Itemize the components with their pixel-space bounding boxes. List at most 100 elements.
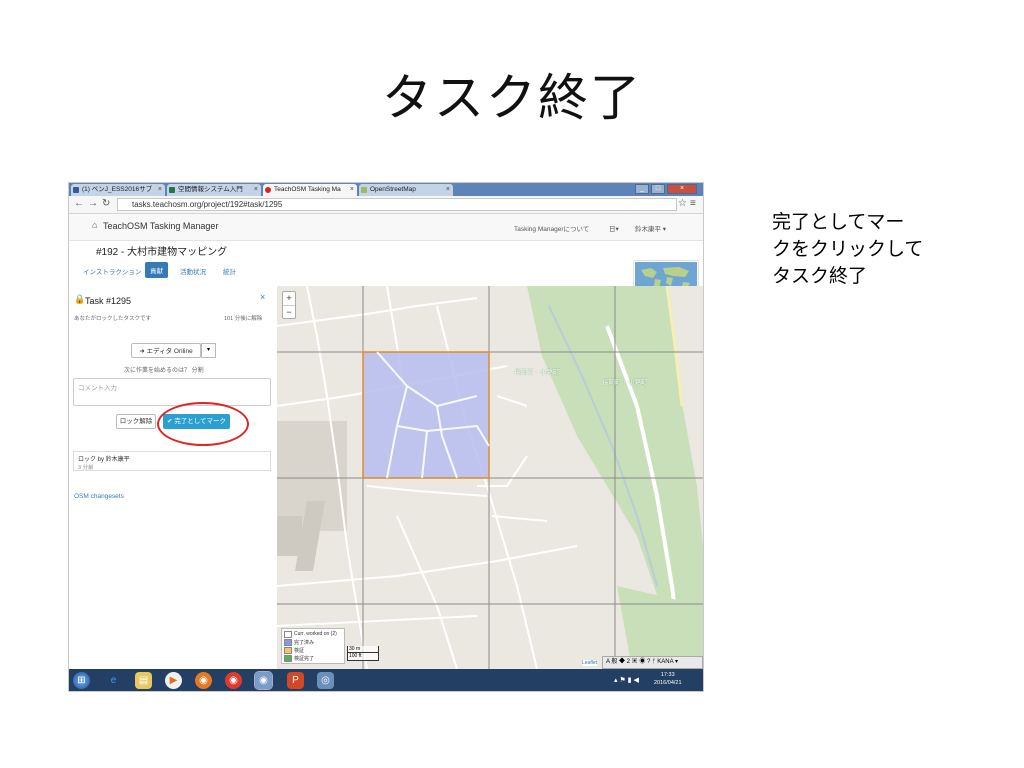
legend-label: 検証完了 — [294, 655, 315, 662]
scale-metric: 30 m — [348, 646, 378, 653]
close-icon[interactable]: × — [446, 184, 450, 196]
brand-link[interactable]: TeachOSM Tasking Manager — [103, 221, 218, 231]
legend-swatch — [284, 638, 292, 646]
ime-toolbar[interactable]: A 般 ◆ 2 ▣ ◉ ? ᚠ KANA ▾ — [602, 656, 703, 669]
project-tabs: インストラクション 貢献 活動状況 統計 — [69, 261, 277, 281]
windows-taskbar: ⊞ e ▤ ▶ ◉ ◉ ◉ P ◎ ▴ ⚑ ▮ ◀ 17:33 2016/04/… — [69, 669, 703, 691]
scale-bar: 30 m 100 ft — [347, 646, 379, 661]
history-line: ロック by 鈴木康平 — [78, 457, 130, 463]
tab-label: 空間情報システム入門 — [178, 186, 243, 193]
history-time: 3 分前 — [78, 465, 94, 471]
slide-note: 完了としてマー クをクリックして タスク終了 — [772, 211, 924, 287]
legend-swatch — [284, 646, 292, 654]
tab-label: (1) ベンJ_ESS2016サブ — [82, 186, 153, 193]
teachosm-icon — [265, 187, 271, 193]
clock-date: 2016/04/21 — [654, 680, 682, 686]
lock-icon: 🔒 — [74, 294, 86, 304]
map-canvas[interactable] — [276, 285, 703, 670]
facebook-icon — [73, 187, 79, 193]
scale-imperial: 100 ft — [349, 653, 362, 659]
comment-input[interactable]: コメント入力 — [73, 378, 271, 406]
leaflet-attribution[interactable]: Leaflet — [582, 660, 598, 666]
project-title: #192 - 大村市建物マッピング — [96, 247, 228, 258]
firefox-icon[interactable]: ◉ — [195, 672, 212, 689]
about-link[interactable]: Tasking Managerについて — [514, 223, 589, 233]
tab-instructions[interactable]: インストラクション — [83, 266, 141, 276]
legend-item: 検証 — [284, 646, 342, 654]
unlock-button[interactable]: ロック解除 — [116, 414, 156, 429]
tab-course[interactable]: 空間情報システム入門 × — [167, 184, 261, 196]
legend-swatch — [284, 630, 292, 638]
explorer-icon[interactable]: ▤ — [135, 672, 152, 689]
osm-changesets-link[interactable]: OSM changesets — [74, 493, 124, 500]
editor-button[interactable]: ➜ エディタ Online — [131, 343, 201, 358]
tab-activity[interactable]: 活動状況 — [180, 266, 206, 276]
back-icon[interactable]: ← — [74, 198, 84, 209]
close-window-button[interactable]: × — [667, 184, 697, 194]
zoom-in-button[interactable]: + — [283, 292, 295, 306]
close-icon[interactable]: × — [254, 184, 258, 196]
forward-icon[interactable]: → — [88, 198, 98, 209]
legend-label: Curr. worked on (2) — [294, 631, 337, 637]
clock[interactable]: 17:33 2016/04/21 — [654, 671, 682, 687]
minimize-button[interactable]: _ — [635, 184, 649, 194]
media-player-icon[interactable]: ▶ — [165, 672, 182, 689]
ie-icon[interactable]: e — [105, 672, 122, 689]
comment-placeholder: コメント入力 — [78, 385, 117, 392]
browser-screenshot: (1) ベンJ_ESS2016サブ × 空間情報システム入門 × TeachOS… — [68, 182, 704, 692]
reload-icon[interactable]: ↻ — [102, 198, 110, 209]
tab-label: OpenStreetMap — [370, 186, 416, 193]
map-view[interactable]: + − 長岡町・小路町 長岡町・小路町 Curr. worked on (2) … — [276, 285, 703, 670]
close-icon[interactable]: × — [158, 184, 162, 196]
legend-item: 完了済み — [284, 638, 342, 646]
clock-time: 17:33 — [660, 672, 675, 678]
chrome-icon[interactable]: ◉ — [225, 672, 242, 689]
address-bar[interactable]: tasks.teachosm.org/project/192#task/1295 — [117, 198, 677, 211]
selected-task-cell — [362, 351, 490, 479]
user-menu[interactable]: 鈴木康平 ▾ — [635, 223, 666, 233]
close-panel-button[interactable]: × — [260, 292, 265, 302]
app-icon[interactable]: ◎ — [317, 672, 334, 689]
chrome-active-icon[interactable]: ◉ — [254, 671, 273, 690]
time-left: 101 分後に解除 — [224, 316, 263, 322]
place-label: 長岡町・小路町 — [514, 369, 560, 376]
tab-facebook[interactable]: (1) ベンJ_ESS2016サブ × — [71, 184, 165, 196]
editor-dropdown-toggle[interactable]: ▾ — [201, 343, 216, 358]
tab-label: TeachOSM Tasking Ma — [274, 186, 341, 193]
browser-toolbar: ← → ↻ tasks.teachosm.org/project/192#tas… — [69, 196, 703, 214]
tab-strip: (1) ベンJ_ESS2016サブ × 空間情報システム入門 × TeachOS… — [69, 183, 703, 196]
menu-icon[interactable]: ≡ — [690, 198, 696, 209]
tab-teachosm[interactable]: TeachOSM Tasking Ma × — [263, 184, 357, 196]
task-panel: 🔒 Task #1295 × あなたがロックしたタスクです 101 分後に解除 … — [69, 286, 278, 669]
zoom-out-button[interactable]: − — [283, 306, 295, 319]
osm-icon — [361, 187, 367, 193]
task-history-item: ロック by 鈴木康平 3 分前 — [73, 451, 271, 471]
sheet-icon — [169, 187, 175, 193]
zoom-control: + − — [282, 291, 296, 319]
system-tray[interactable]: ▴ ⚑ ▮ ◀ — [614, 676, 639, 684]
maximize-button[interactable]: □ — [651, 184, 665, 194]
tab-stats[interactable]: 統計 — [223, 266, 236, 276]
powerpoint-icon[interactable]: P — [287, 672, 304, 689]
place-label: 長岡町・小路町 — [602, 379, 648, 386]
legend-swatch — [284, 654, 292, 662]
tab-openstreetmap[interactable]: OpenStreetMap × — [359, 184, 453, 196]
next-task-question: 次に作業を始めるのは？ 分割 — [124, 368, 204, 374]
lock-info: あなたがロックしたタスクです — [74, 316, 152, 322]
app-header: ⌂ TeachOSM Tasking Manager Tasking Manag… — [69, 214, 703, 241]
legend-label: 検証 — [294, 647, 305, 654]
close-icon[interactable]: × — [350, 184, 354, 196]
legend-item: Curr. worked on (2) — [284, 630, 342, 638]
map-legend: Curr. worked on (2) 完了済み 検証 検証完了 — [281, 628, 345, 664]
annotation-circle — [157, 402, 249, 446]
url-text: tasks.teachosm.org/project/192#task/1295 — [132, 200, 283, 209]
legend-item: 検証完了 — [284, 654, 342, 662]
language-menu[interactable]: 日▾ — [609, 223, 619, 233]
home-icon[interactable]: ⌂ — [92, 220, 97, 230]
slide-title: タスク終了 — [382, 69, 642, 127]
tab-contribute[interactable]: 貢献 — [145, 262, 168, 278]
task-title: Task #1295 — [85, 296, 132, 306]
legend-label: 完了済み — [294, 639, 315, 646]
start-button[interactable]: ⊞ — [73, 672, 90, 689]
star-icon[interactable]: ☆ — [678, 198, 687, 209]
